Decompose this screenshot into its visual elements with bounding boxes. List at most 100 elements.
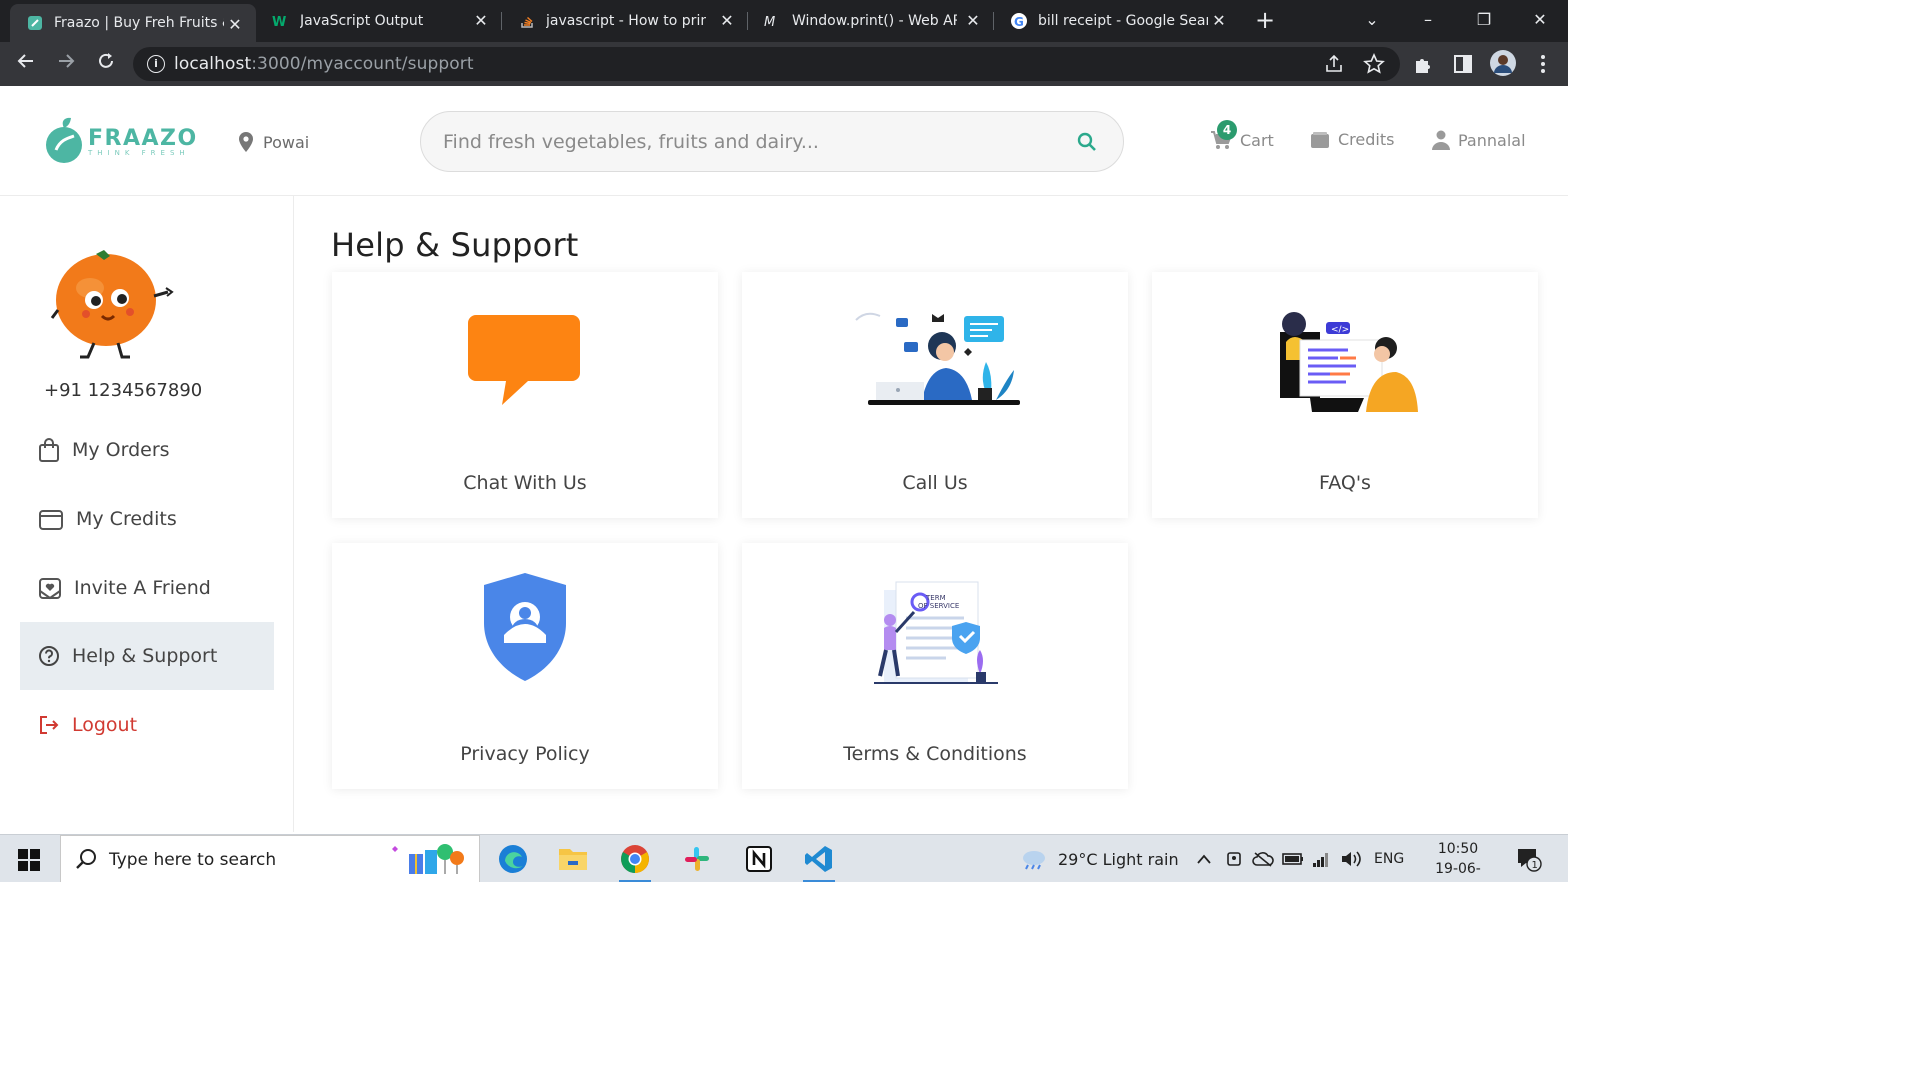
url-text: localhost:3000/myaccount/support [174,54,474,74]
svg-text:M: M [764,15,775,29]
reload-button[interactable] [92,50,120,78]
chrome-menu-icon[interactable] [1532,53,1554,75]
browser-tab-strip: Fraazo | Buy Freh Fruits & ✕ W JavaScrip… [0,0,1568,42]
tab-google-search[interactable]: G bill receipt - Google Searc ✕ [994,0,1240,42]
faqs-card[interactable]: </> FAQ's [1152,272,1538,518]
profile-avatar[interactable] [1490,50,1516,76]
edge-app-icon[interactable] [493,841,533,877]
tab-title: Window.print() - Web API [792,13,957,29]
file-explorer-app-icon[interactable] [553,841,593,877]
share-icon[interactable] [1323,53,1345,75]
meet-now-icon[interactable] [1226,835,1244,882]
volume-icon[interactable] [1340,835,1362,882]
address-bar[interactable]: i localhost:3000/myaccount/support [133,47,1400,81]
taskbar-search-placeholder: Type here to search [109,850,277,870]
sidebar-item-logout[interactable]: Logout [20,691,274,759]
sidebar-item-invite-a-friend[interactable]: Invite A Friend [20,554,274,622]
privacy-policy-card[interactable]: Privacy Policy [332,543,718,789]
card-label: FAQ's [1319,472,1371,494]
site-info-icon[interactable]: i [147,55,165,73]
fraazo-favicon-icon [26,14,44,32]
new-tab-button[interactable]: + [1252,8,1278,34]
close-tab-icon[interactable]: ✕ [226,16,244,34]
bookmark-star-icon[interactable] [1363,53,1385,75]
user-account-link[interactable]: Pannalal [1432,130,1526,150]
card-label: Chat With Us [463,472,587,494]
vscode-app-icon[interactable] [799,841,839,882]
product-search-input[interactable] [443,128,1043,156]
user-phone-number: +91 1234567890 [44,380,203,401]
tab-title: javascript - How to print F [546,13,706,29]
chat-with-us-card[interactable]: Chat With Us [332,272,718,518]
clock-time: 10:50 [1437,841,1479,857]
forward-button[interactable] [52,50,80,78]
fraazo-logo[interactable]: FRAAZO THINK FRESH [44,116,198,166]
tab-javascript-output[interactable]: W JavaScript Output ✕ [256,0,502,42]
notification-count: 1 [1532,860,1538,871]
battery-icon[interactable] [1282,835,1304,882]
user-icon [1432,130,1450,150]
tab-mdn[interactable]: M Window.print() - Web API ✕ [748,0,994,42]
windows-taskbar: Type here to search 29°C Light rain ENG … [0,834,1568,882]
page-title: Help & Support [331,226,579,264]
logout-icon [40,716,59,734]
sidebar-item-label: Logout [72,714,138,736]
notification-center-icon[interactable]: 1 [1516,835,1542,882]
location-pin-icon [239,132,253,152]
weather-text: 29°C Light rain [1058,849,1179,869]
close-window-button[interactable]: ✕ [1512,0,1568,42]
weather-widget[interactable]: 29°C Light rain [1020,835,1179,882]
browser-toolbar: i localhost:3000/myaccount/support [0,42,1568,86]
search-icon[interactable] [1077,132,1097,156]
svg-text:W: W [272,15,286,29]
credits-link[interactable]: Credits [1310,130,1394,149]
side-panel-icon[interactable] [1452,53,1474,75]
notion-app-icon[interactable] [739,841,779,877]
card-label: Call Us [902,472,968,494]
onedrive-icon[interactable] [1252,835,1274,882]
chrome-app-icon[interactable] [615,841,655,882]
credits-label: Credits [1338,130,1395,149]
sidebar-item-my-credits[interactable]: My Credits [20,485,274,553]
rain-cloud-icon [1023,851,1045,870]
help-icon [39,646,59,666]
w3-favicon-icon: W [272,12,290,30]
mdn-favicon-icon: M [764,12,782,30]
tab-search-chevron-icon[interactable]: ⌄ [1344,0,1400,42]
sidebar-item-label: Invite A Friend [74,577,211,599]
system-clock[interactable]: 10:50 19-06-2022 [1418,839,1498,882]
call-center-agent-icon [742,292,1128,432]
invite-icon [39,578,61,600]
back-button[interactable] [12,50,40,78]
wallet-icon [1311,131,1329,148]
svg-text:G: G [1014,15,1024,29]
extensions-puzzle-icon[interactable] [1412,53,1434,75]
taskbar-search-box[interactable]: Type here to search [60,835,480,882]
tab-fraazo[interactable]: Fraazo | Buy Freh Fruits & ✕ [10,4,256,42]
location-selector[interactable]: Powai [238,132,309,152]
user-name: Pannalal [1458,130,1526,150]
close-tab-icon[interactable]: ✕ [964,12,982,30]
sidebar-item-my-orders[interactable]: My Orders [20,416,274,484]
windows-start-icon[interactable] [18,849,40,875]
sidebar-item-help-support[interactable]: Help & Support [20,622,274,690]
close-tab-icon[interactable]: ✕ [1210,12,1228,30]
sidebar-item-label: Help & Support [72,645,218,667]
slack-app-icon[interactable] [677,841,717,877]
network-signal-icon[interactable] [1312,835,1330,882]
show-hidden-icons-chevron-icon[interactable] [1196,835,1212,882]
restore-button[interactable]: ❐ [1456,0,1512,42]
account-sidebar: +91 1234567890 My Orders My Credits Invi… [0,196,294,832]
close-tab-icon[interactable]: ✕ [472,12,490,30]
close-tab-icon[interactable]: ✕ [718,12,736,30]
brand-name: FRAAZO [88,125,198,151]
tab-title: Fraazo | Buy Freh Fruits & [54,15,224,31]
input-language-indicator[interactable]: ENG [1374,835,1404,882]
terms-conditions-card[interactable]: TERM OF SERVICE Terms & Conditions [742,543,1128,789]
clock-date: 19-06-2022 [1435,861,1481,882]
fraazo-leaf-icon [46,117,82,163]
minimize-button[interactable]: – [1400,0,1456,42]
call-us-card[interactable]: Call Us [742,272,1128,518]
faq-illustration-icon: </> [1152,292,1538,432]
tab-stackoverflow[interactable]: javascript - How to print F ✕ [502,0,748,42]
